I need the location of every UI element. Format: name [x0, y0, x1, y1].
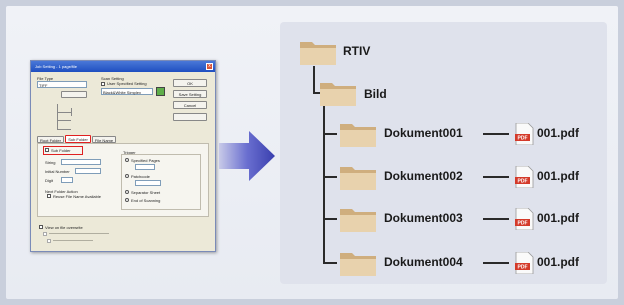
document-folder-label: Dokument003 [384, 211, 463, 225]
svg-text:PDF: PDF [518, 179, 528, 185]
disabled-option-line [53, 240, 93, 241]
close-icon[interactable]: x [206, 63, 213, 70]
pdf-file-label: 001.pdf [537, 169, 580, 183]
reuse-checkbox[interactable] [47, 194, 51, 198]
file-type-value: TIFF [39, 83, 48, 88]
dialog-tree-branch [57, 112, 71, 113]
folder-label-sub: Bild [364, 87, 387, 101]
connector-line [483, 133, 509, 135]
svg-text:PDF: PDF [518, 136, 528, 142]
sub-folder-checkbox[interactable] [45, 148, 49, 152]
dialog-titlebar: Job Setting - 1 page/file x [31, 61, 215, 72]
string-input[interactable] [61, 159, 101, 165]
patchcode-select[interactable] [135, 180, 161, 186]
document-folder-label: Dokument001 [384, 126, 463, 140]
patchcode-label: Patchcode [131, 174, 150, 179]
specified-pages-label: Specified Pages [131, 158, 160, 163]
folder-label-root: RTIV [343, 44, 371, 58]
view-overwrite-checkbox[interactable] [39, 225, 43, 229]
connector-line [483, 262, 509, 264]
separator-label: Separator Sheet [131, 190, 161, 195]
scan-setting-select[interactable]: Black&White Simplex [101, 88, 153, 95]
tree-branch-doc1 [323, 133, 337, 135]
folder-icon [340, 124, 376, 147]
document-folder-label: Dokument004 [384, 255, 463, 269]
connector-line [483, 176, 509, 178]
tree-branch-doc3 [323, 218, 337, 220]
job-setting-dialog: Job Setting - 1 page/file x File Type TI… [30, 60, 216, 252]
pdf-file-icon: PDF [515, 123, 534, 145]
disabled-checkbox-2[interactable] [47, 239, 51, 243]
tab-sub-folder[interactable]: Sub Folder [65, 135, 91, 143]
scan-setting-value: Black&White Simplex [103, 90, 142, 95]
pdf-file-icon: PDF [515, 252, 534, 274]
initial-number-label: Initial Number [45, 169, 70, 174]
tab-file-name[interactable]: File Name [92, 136, 116, 143]
pdf-file-label: 001.pdf [537, 126, 580, 140]
dialog-tree-line [57, 104, 58, 130]
folder-icon [340, 209, 376, 232]
user-specified-checkbox[interactable] [101, 82, 105, 86]
tree-line-root [313, 66, 315, 93]
folder-icon [340, 167, 376, 190]
folder-icon [340, 253, 376, 276]
file-options-button[interactable] [61, 91, 87, 98]
dialog-tree-branch [57, 120, 71, 121]
tree-branch-doc2 [323, 176, 337, 178]
disabled-checkbox-1[interactable] [43, 232, 47, 236]
dialog-title: Job Setting - 1 page/file [35, 64, 78, 69]
arrow-right-icon [219, 131, 275, 181]
scanner-icon[interactable] [156, 87, 165, 96]
initial-number-input[interactable] [75, 168, 101, 174]
connector-line [483, 218, 509, 220]
end-scanning-label: End of Scanning [131, 198, 161, 203]
disabled-option-line [49, 233, 109, 234]
advanced-button[interactable] [173, 113, 207, 121]
sub-folder-check-label: Sub Folder [51, 148, 71, 153]
ok-button[interactable]: OK [173, 79, 207, 87]
svg-text:PDF: PDF [518, 265, 528, 271]
folder-icon [300, 42, 336, 65]
tree-line-bild [323, 106, 325, 264]
pages-input[interactable] [135, 164, 155, 170]
folder-icon [320, 83, 356, 106]
reuse-label: Reuse File Name Available [53, 194, 101, 199]
tab-root-folder[interactable]: Root Folder [37, 136, 64, 143]
digit-input[interactable] [61, 177, 73, 183]
user-specified-label: User Specified Setting [107, 81, 147, 86]
view-overwrite-label: View on file overwrite [45, 225, 83, 230]
specified-pages-radio[interactable] [125, 158, 129, 162]
dialog-tree-branch [57, 129, 71, 130]
document-folder-label: Dokument002 [384, 169, 463, 183]
file-type-select[interactable]: TIFF [37, 81, 87, 88]
digit-label: Digit [45, 178, 54, 183]
pdf-file-icon: PDF [515, 208, 534, 230]
pdf-file-icon: PDF [515, 166, 534, 188]
string-label: String [45, 160, 56, 165]
separator-radio[interactable] [125, 190, 129, 194]
svg-text:PDF: PDF [518, 221, 528, 227]
save-setting-button[interactable]: Save Setting [173, 90, 207, 98]
pdf-file-label: 001.pdf [537, 211, 580, 225]
cancel-button[interactable]: Cancel [173, 101, 207, 109]
dialog-body: File Type TIFF Scan Setting User Specifi… [31, 72, 215, 251]
dialog-tree-line [71, 108, 72, 116]
patchcode-radio[interactable] [125, 174, 129, 178]
pdf-file-label: 001.pdf [537, 255, 580, 269]
end-scanning-radio[interactable] [125, 198, 129, 202]
tree-branch-doc4 [323, 262, 337, 264]
